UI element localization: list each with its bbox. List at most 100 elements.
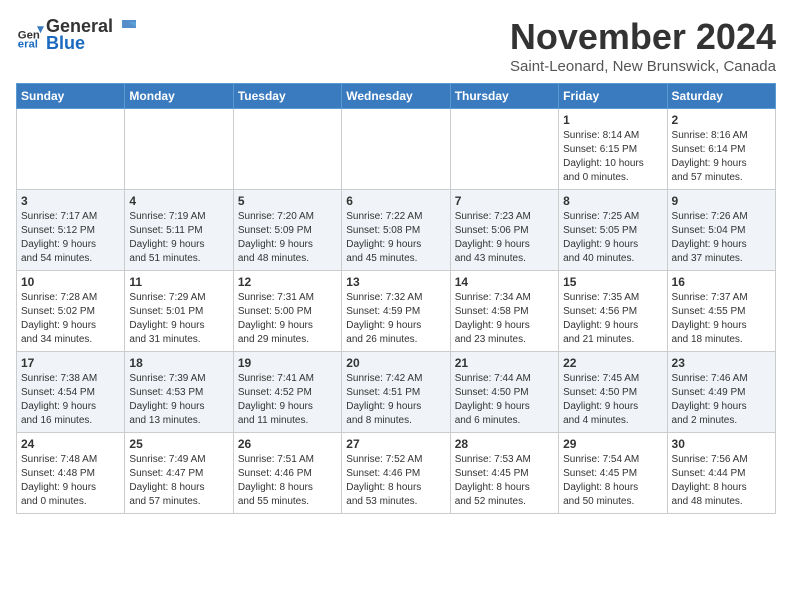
day-number: 2 (672, 113, 771, 127)
calendar-cell: 26Sunrise: 7:51 AM Sunset: 4:46 PM Dayli… (233, 433, 341, 514)
calendar-cell: 8 Sunrise: 7:25 AM Sunset: 5:05 PM Daylig… (559, 190, 667, 271)
day-info: Sunrise: 8:16 AM Sunset: 6:14 PM Dayligh… (672, 129, 771, 185)
day-number: 8 (563, 194, 662, 208)
calendar-cell: 10Sunrise: 7:28 AM Sunset: 5:02 PM Dayli… (17, 271, 125, 352)
day-info: Sunrise: 7:46 AM Sunset: 4:49 PM Dayligh… (672, 372, 771, 428)
day-info: Sunrise: 7:29 AM Sunset: 5:01 PM Dayligh… (129, 291, 228, 347)
calendar-cell: 24Sunrise: 7:48 AM Sunset: 4:48 PM Dayli… (17, 433, 125, 514)
calendar-cell: 16 Sunrise: 7:37 AM Sunset: 4:55 PM Dayli… (667, 271, 775, 352)
day-info: Sunrise: 7:26 AM Sunset: 5:04 PM Dayligh… (672, 210, 771, 266)
calendar-cell: 22Sunrise: 7:45 AM Sunset: 4:50 PM Dayli… (559, 352, 667, 433)
weekday-header: Friday (559, 84, 667, 109)
weekday-header: Monday (125, 84, 233, 109)
day-info: Sunrise: 7:34 AM Sunset: 4:58 PM Dayligh… (455, 291, 554, 347)
calendar-cell (342, 109, 450, 190)
logo-icon: Gen eral (16, 21, 44, 49)
page-header: Gen eral General Blue November 2024 Sain… (16, 16, 776, 75)
day-info: Sunrise: 7:53 AM Sunset: 4:45 PM Dayligh… (455, 453, 554, 509)
calendar-cell: 11 Sunrise: 7:29 AM Sunset: 5:01 PM Dayli… (125, 271, 233, 352)
day-info: Sunrise: 7:28 AM Sunset: 5:02 PM Dayligh… (21, 291, 120, 347)
day-number: 19 (238, 356, 337, 370)
day-info: Sunrise: 7:17 AM Sunset: 5:12 PM Dayligh… (21, 210, 120, 266)
calendar-cell (450, 109, 558, 190)
calendar-cell: 29Sunrise: 7:54 AM Sunset: 4:45 PM Dayli… (559, 433, 667, 514)
day-number: 5 (238, 194, 337, 208)
calendar-week-row: 1Sunrise: 8:14 AM Sunset: 6:15 PM Daylig… (17, 109, 776, 190)
day-info: Sunrise: 7:51 AM Sunset: 4:46 PM Dayligh… (238, 453, 337, 509)
day-number: 6 (346, 194, 445, 208)
day-number: 27 (346, 437, 445, 451)
calendar-cell: 7 Sunrise: 7:23 AM Sunset: 5:06 PM Daylig… (450, 190, 558, 271)
title-block: November 2024 Saint-Leonard, New Brunswi… (510, 16, 776, 75)
day-info: Sunrise: 7:42 AM Sunset: 4:51 PM Dayligh… (346, 372, 445, 428)
day-number: 16 (672, 275, 771, 289)
day-info: Sunrise: 7:49 AM Sunset: 4:47 PM Dayligh… (129, 453, 228, 509)
day-number: 7 (455, 194, 554, 208)
calendar-cell: 18 Sunrise: 7:39 AM Sunset: 4:53 PM Dayli… (125, 352, 233, 433)
day-info: Sunrise: 7:41 AM Sunset: 4:52 PM Dayligh… (238, 372, 337, 428)
day-info: Sunrise: 7:35 AM Sunset: 4:56 PM Dayligh… (563, 291, 662, 347)
calendar-cell (125, 109, 233, 190)
calendar-cell: 5 Sunrise: 7:20 AM Sunset: 5:09 PM Daylig… (233, 190, 341, 271)
day-info: Sunrise: 7:20 AM Sunset: 5:09 PM Dayligh… (238, 210, 337, 266)
calendar-cell: 13Sunrise: 7:32 AM Sunset: 4:59 PM Dayli… (342, 271, 450, 352)
day-info: Sunrise: 7:45 AM Sunset: 4:50 PM Dayligh… (563, 372, 662, 428)
calendar-week-row: 17Sunrise: 7:38 AM Sunset: 4:54 PM Dayli… (17, 352, 776, 433)
logo: Gen eral General Blue (16, 16, 137, 54)
day-info: Sunrise: 7:32 AM Sunset: 4:59 PM Dayligh… (346, 291, 445, 347)
day-number: 24 (21, 437, 120, 451)
day-info: Sunrise: 7:37 AM Sunset: 4:55 PM Dayligh… (672, 291, 771, 347)
day-number: 4 (129, 194, 228, 208)
day-info: Sunrise: 7:44 AM Sunset: 4:50 PM Dayligh… (455, 372, 554, 428)
calendar-cell: 28 Sunrise: 7:53 AM Sunset: 4:45 PM Dayli… (450, 433, 558, 514)
calendar-cell: 25 Sunrise: 7:49 AM Sunset: 4:47 PM Dayli… (125, 433, 233, 514)
calendar-cell: 2 Sunrise: 8:16 AM Sunset: 6:14 PM Daylig… (667, 109, 775, 190)
day-number: 12 (238, 275, 337, 289)
calendar-header-row: SundayMondayTuesdayWednesdayThursdayFrid… (17, 84, 776, 109)
weekday-header: Tuesday (233, 84, 341, 109)
day-info: Sunrise: 7:39 AM Sunset: 4:53 PM Dayligh… (129, 372, 228, 428)
calendar-cell (233, 109, 341, 190)
calendar-cell: 14 Sunrise: 7:34 AM Sunset: 4:58 PM Dayli… (450, 271, 558, 352)
day-number: 15 (563, 275, 662, 289)
day-info: Sunrise: 7:25 AM Sunset: 5:05 PM Dayligh… (563, 210, 662, 266)
day-number: 25 (129, 437, 228, 451)
day-number: 3 (21, 194, 120, 208)
day-number: 17 (21, 356, 120, 370)
day-info: Sunrise: 7:52 AM Sunset: 4:46 PM Dayligh… (346, 453, 445, 509)
calendar-cell: 3 Sunrise: 7:17 AM Sunset: 5:12 PM Daylig… (17, 190, 125, 271)
calendar-cell: 4 Sunrise: 7:19 AM Sunset: 5:11 PM Daylig… (125, 190, 233, 271)
day-info: Sunrise: 7:22 AM Sunset: 5:08 PM Dayligh… (346, 210, 445, 266)
calendar-cell: 20 Sunrise: 7:42 AM Sunset: 4:51 PM Dayli… (342, 352, 450, 433)
day-info: Sunrise: 7:19 AM Sunset: 5:11 PM Dayligh… (129, 210, 228, 266)
day-info: Sunrise: 7:23 AM Sunset: 5:06 PM Dayligh… (455, 210, 554, 266)
day-number: 14 (455, 275, 554, 289)
day-number: 21 (455, 356, 554, 370)
day-number: 1 (563, 113, 662, 127)
calendar-week-row: 10Sunrise: 7:28 AM Sunset: 5:02 PM Dayli… (17, 271, 776, 352)
day-info: Sunrise: 7:56 AM Sunset: 4:44 PM Dayligh… (672, 453, 771, 509)
weekday-header: Thursday (450, 84, 558, 109)
calendar-cell: 1Sunrise: 8:14 AM Sunset: 6:15 PM Daylig… (559, 109, 667, 190)
calendar-cell: 9Sunrise: 7:26 AM Sunset: 5:04 PM Daylig… (667, 190, 775, 271)
day-number: 28 (455, 437, 554, 451)
weekday-header: Saturday (667, 84, 775, 109)
calendar-cell: 15 Sunrise: 7:35 AM Sunset: 4:56 PM Dayli… (559, 271, 667, 352)
logo-wave-icon (114, 18, 136, 36)
calendar-week-row: 3 Sunrise: 7:17 AM Sunset: 5:12 PM Daylig… (17, 190, 776, 271)
month-title: November 2024 (510, 16, 776, 58)
day-info: Sunrise: 7:31 AM Sunset: 5:00 PM Dayligh… (238, 291, 337, 347)
calendar-cell: 30 Sunrise: 7:56 AM Sunset: 4:44 PM Dayli… (667, 433, 775, 514)
day-number: 18 (129, 356, 228, 370)
calendar-table: SundayMondayTuesdayWednesdayThursdayFrid… (16, 83, 776, 514)
weekday-header: Sunday (17, 84, 125, 109)
day-number: 11 (129, 275, 228, 289)
calendar-cell: 12 Sunrise: 7:31 AM Sunset: 5:00 PM Dayli… (233, 271, 341, 352)
calendar-cell: 23 Sunrise: 7:46 AM Sunset: 4:49 PM Dayli… (667, 352, 775, 433)
day-number: 20 (346, 356, 445, 370)
calendar-cell: 19 Sunrise: 7:41 AM Sunset: 4:52 PM Dayli… (233, 352, 341, 433)
day-number: 23 (672, 356, 771, 370)
calendar-cell (17, 109, 125, 190)
svg-text:eral: eral (18, 38, 38, 49)
day-number: 30 (672, 437, 771, 451)
